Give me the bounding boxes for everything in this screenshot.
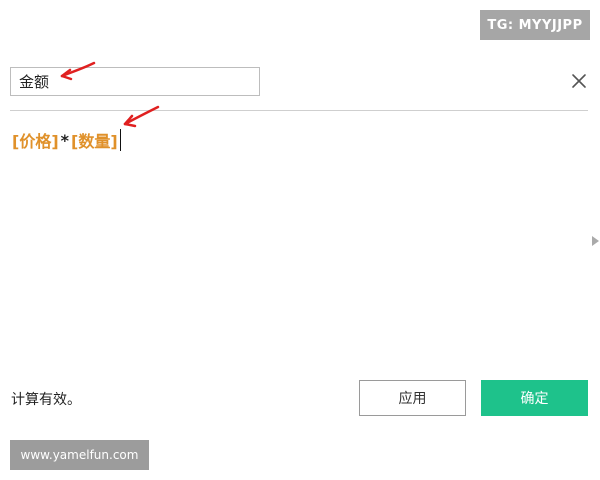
website-watermark: www.yamelfun.com bbox=[10, 440, 149, 470]
calculated-field-name-input[interactable] bbox=[10, 67, 260, 96]
formula-operator: * bbox=[60, 130, 70, 150]
text-cursor bbox=[119, 129, 122, 151]
header-divider bbox=[10, 110, 588, 111]
watermark-badge: TG: MYYJJPP bbox=[480, 10, 590, 40]
apply-button[interactable]: 应用 bbox=[359, 380, 466, 416]
calculation-status: 计算有效。 bbox=[11, 392, 81, 408]
formula-field-price: [价格] bbox=[12, 132, 59, 151]
close-icon[interactable] bbox=[568, 70, 590, 92]
right-arrow-icon[interactable] bbox=[592, 236, 599, 246]
annotation-arrow-icon bbox=[123, 105, 160, 128]
ok-button[interactable]: 确定 bbox=[481, 380, 588, 416]
formula-field-quantity: [数量] bbox=[71, 132, 118, 151]
annotation-arrow-icon bbox=[60, 61, 96, 81]
formula-editor[interactable]: [价格] * [数量] bbox=[12, 128, 122, 152]
